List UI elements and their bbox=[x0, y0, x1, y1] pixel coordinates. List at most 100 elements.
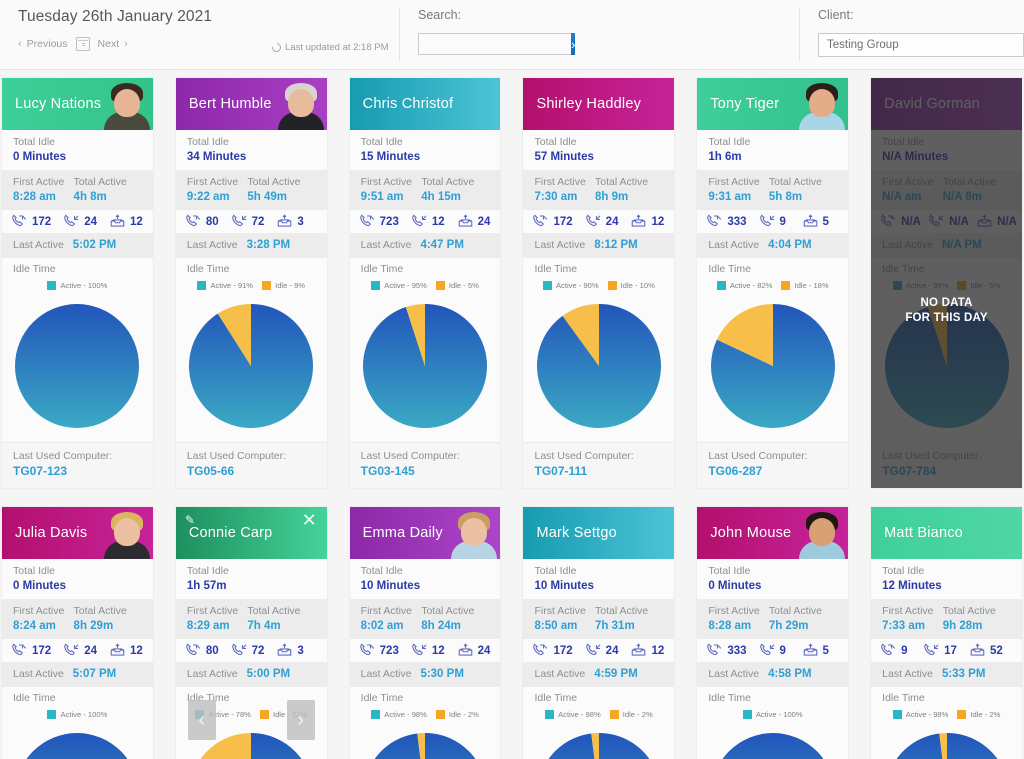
agent-card[interactable]: David Gorman Total Idle N/A Minutes Firs… bbox=[871, 78, 1022, 488]
next-chevron-icon[interactable]: › bbox=[124, 38, 128, 50]
first-active-block: First Active 7:30 am bbox=[534, 175, 595, 205]
agent-card[interactable]: Bert Humble Total Idle 34 Minutes First … bbox=[175, 78, 327, 488]
last-updated-status: Last updated at 2:18 PM bbox=[270, 41, 389, 54]
carousel-previous-button[interactable]: ‹ bbox=[187, 700, 216, 740]
total-idle-value: 0 Minutes bbox=[13, 151, 67, 163]
search-submit-button[interactable]: › bbox=[571, 33, 576, 55]
refresh-icon[interactable] bbox=[270, 41, 283, 54]
legend-swatch-icon bbox=[781, 281, 791, 290]
first-active-block: First Active 8:28 am bbox=[13, 175, 74, 205]
pie-legend-item: Active - 98% bbox=[545, 710, 601, 719]
legend-swatch-icon bbox=[716, 281, 726, 290]
avatar bbox=[101, 507, 153, 559]
last-used-computer-row: Last Used Computer: TG03-145 bbox=[349, 442, 501, 488]
agent-card[interactable]: Chris Christof Total Idle 15 Minutes Fir… bbox=[349, 78, 501, 488]
agent-card[interactable]: Emma Daily Total Idle 10 Minutes First A… bbox=[349, 507, 501, 759]
total-idle-value: 10 Minutes bbox=[534, 580, 594, 592]
first-active-label: First Active bbox=[882, 176, 934, 188]
inbox-icon bbox=[110, 643, 125, 656]
first-active-block: First Active 9:22 am bbox=[187, 175, 248, 205]
previous-day-button[interactable]: Previous bbox=[27, 38, 68, 50]
call-stats-row: 80 72 3 bbox=[176, 639, 327, 662]
last-active-value: 3:28 PM bbox=[246, 239, 291, 251]
total-idle-value: 12 Minutes bbox=[882, 580, 942, 592]
first-active-value: 8:28 am bbox=[708, 620, 752, 632]
next-day-button[interactable]: Next bbox=[98, 38, 120, 50]
legend-swatch-icon bbox=[197, 281, 207, 290]
total-active-label: Total Active bbox=[595, 176, 649, 188]
idle-pie-chart-container bbox=[350, 292, 501, 442]
total-idle-label: Total Idle bbox=[708, 136, 751, 148]
search-input[interactable] bbox=[418, 33, 571, 55]
pie-legend: Active - 98% Idle - 2% bbox=[871, 705, 1022, 721]
search-label: Search: bbox=[418, 8, 462, 22]
incoming-calls-value: 80 bbox=[205, 215, 219, 228]
total-idle-label: Total Idle bbox=[534, 136, 577, 148]
agent-card[interactable]: Mark Settgo Total Idle 10 Minutes First … bbox=[523, 507, 675, 759]
idle-pie-chart-container bbox=[523, 292, 674, 442]
outgoing-calls-value: 72 bbox=[251, 644, 265, 657]
close-icon[interactable]: ✕ bbox=[302, 510, 317, 531]
total-idle-row: Total Idle 10 Minutes bbox=[523, 559, 674, 599]
calendar-icon[interactable] bbox=[75, 37, 90, 51]
call-stats-row: 9 17 52 bbox=[871, 639, 1022, 662]
first-active-block: First Active 9:51 am bbox=[361, 175, 422, 205]
inbox-icon bbox=[458, 643, 472, 656]
incoming-call-icon bbox=[186, 643, 201, 656]
agent-card[interactable]: Matt Bianco Total Idle 12 Minutes First … bbox=[871, 507, 1022, 759]
legend-label: Active - 98% bbox=[384, 710, 427, 719]
idle-time-label: Idle Time bbox=[360, 692, 404, 704]
edit-icon[interactable]: ✎ bbox=[185, 513, 195, 527]
inbox-icon bbox=[458, 214, 472, 227]
idle-time-label: Idle Time bbox=[534, 263, 578, 275]
legend-swatch-icon bbox=[262, 281, 272, 290]
card-header: John Mouse bbox=[697, 507, 849, 559]
legend-label: Idle - 5% bbox=[448, 281, 479, 290]
inbox-icon bbox=[278, 214, 292, 227]
agent-card[interactable]: Shirley Haddley Total Idle 57 Minutes Fi… bbox=[523, 78, 675, 488]
last-used-computer-value: TG05-66 bbox=[186, 464, 235, 478]
agent-card[interactable]: Lucy Nations Total Idle 0 Minutes First … bbox=[2, 78, 153, 488]
pie-legend-item: Idle - 2% bbox=[957, 710, 1000, 719]
total-idle-row: Total Idle 15 Minutes bbox=[350, 130, 501, 170]
outgoing-call-icon bbox=[924, 643, 939, 656]
total-active-value: 5h 49m bbox=[247, 191, 288, 203]
first-active-label: First Active bbox=[13, 605, 65, 617]
agent-name: Bert Humble bbox=[188, 96, 272, 112]
agent-card[interactable]: Julia Davis Total Idle 0 Minutes First A… bbox=[2, 507, 153, 759]
active-times-row: First Active 8:50 am Total Active 7h 31m bbox=[523, 599, 675, 639]
total-active-block: Total Active 8h 9m bbox=[595, 175, 663, 205]
first-active-value: 8:24 am bbox=[13, 620, 56, 632]
legend-swatch-icon bbox=[542, 281, 552, 290]
incoming-calls-value: N/A bbox=[901, 215, 921, 228]
carousel-next-button[interactable]: › bbox=[286, 700, 315, 740]
call-stats-row: 172 24 12 bbox=[2, 639, 153, 662]
outgoing-calls-value: 12 bbox=[431, 215, 445, 228]
active-times-row: First Active 8:24 am Total Active 8h 29m bbox=[2, 599, 153, 639]
legend-label: Active - 100% bbox=[60, 281, 108, 290]
total-idle-row: Total Idle 0 Minutes bbox=[697, 559, 848, 599]
outgoing-calls-value: 9 bbox=[779, 644, 786, 657]
pie-legend-item: Active - 95% bbox=[371, 281, 427, 290]
first-active-block: First Active 8:29 am bbox=[187, 604, 248, 634]
legend-swatch-icon bbox=[957, 710, 967, 719]
legend-label: Active - 95% bbox=[384, 281, 427, 290]
pie-legend: Active - 100% bbox=[697, 705, 848, 721]
total-active-label: Total Active bbox=[73, 605, 127, 617]
idle-pie-chart-container bbox=[350, 721, 501, 759]
total-active-value: 7h 4m bbox=[247, 620, 281, 632]
last-updated-text: Last updated at 2:18 PM bbox=[285, 42, 389, 53]
previous-chevron-icon[interactable]: ‹ bbox=[18, 38, 22, 50]
agent-card[interactable]: Tony Tiger Total Idle 1h 6m First Active… bbox=[697, 78, 849, 488]
agent-card[interactable]: John Mouse Total Idle 0 Minutes First Ac… bbox=[697, 507, 849, 759]
last-active-label: Last Active bbox=[882, 239, 933, 251]
top-toolbar: Tuesday 26th January 2021 ‹ Previous Nex… bbox=[0, 0, 1024, 70]
client-select[interactable]: Testing Group bbox=[818, 33, 1024, 57]
last-active-value: 4:04 PM bbox=[768, 239, 812, 251]
outgoing-call-icon bbox=[231, 643, 247, 656]
total-active-value: 4h 15m bbox=[421, 191, 461, 203]
call-stats-row: 172 24 12 bbox=[2, 210, 153, 233]
total-idle-row: Total Idle 0 Minutes bbox=[2, 559, 153, 599]
first-active-value: 9:31 am bbox=[708, 191, 752, 203]
total-idle-label: Total Idle bbox=[534, 565, 577, 577]
